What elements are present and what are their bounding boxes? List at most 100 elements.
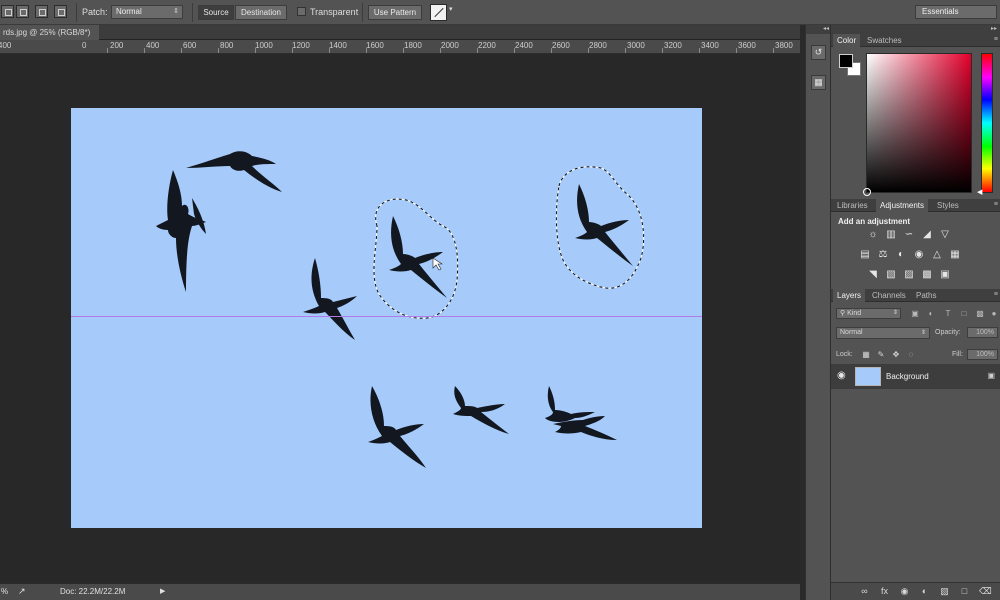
filter-toggle-icon[interactable]: ●	[989, 309, 999, 319]
color-lookup-icon[interactable]: ▦	[949, 249, 961, 261]
gradient-map-icon[interactable]: ▩	[921, 269, 933, 281]
layer-row[interactable]: ◉ Background ▣	[831, 365, 1000, 388]
tab-paths[interactable]: Paths	[912, 289, 940, 302]
tab-color[interactable]: Color	[833, 34, 861, 47]
panel-menu-icon[interactable]: ≡	[994, 291, 998, 298]
ruler-label: 3800	[775, 41, 793, 50]
arrow-cursor-icon	[432, 257, 443, 271]
add-mask-icon[interactable]: ◉	[899, 586, 910, 597]
ruler-label: 400	[0, 41, 12, 50]
layer-filter-kind-value: Kind	[847, 310, 862, 317]
lock-transparent-icon[interactable]: ▦	[861, 350, 871, 360]
exposure-icon[interactable]: ◢	[921, 229, 933, 241]
transparent-checkbox[interactable]	[297, 7, 306, 16]
posterize-icon[interactable]: ▧	[885, 269, 897, 281]
ruler-tick	[144, 48, 145, 53]
ruler-label: 1000	[255, 41, 273, 50]
filter-adjustment-icon[interactable]: ◐	[926, 309, 936, 319]
vibrance-icon[interactable]: ▽	[939, 229, 951, 241]
source-button[interactable]: Source	[198, 5, 234, 20]
tab-adjustments[interactable]: Adjustments	[876, 199, 929, 212]
workspace-select[interactable]: Essentials	[915, 5, 997, 19]
layer-filter-kind-select[interactable]: ⚲ Kind ⇕	[836, 308, 901, 319]
link-layers-icon[interactable]: ∞	[859, 586, 870, 597]
divider	[831, 388, 1000, 389]
collapse-panels-icon[interactable]: ▸▸	[831, 25, 1000, 34]
right-panel-column: ▸▸ Color Swatches ≡ ◀ Libraries Adjustme…	[830, 25, 1000, 600]
photo-canvas[interactable]	[71, 108, 702, 528]
tab-swatches[interactable]: Swatches	[863, 34, 906, 47]
pattern-picker-swatch[interactable]	[430, 4, 447, 21]
layer-thumbnail	[855, 367, 881, 386]
eye-icon[interactable]: ◉	[837, 370, 846, 381]
layer-style-fx-icon[interactable]: fx	[879, 586, 890, 597]
filter-smart-object-icon[interactable]: ▩	[975, 309, 985, 319]
new-group-icon[interactable]: ▧	[939, 586, 950, 597]
invert-icon[interactable]: ◥	[867, 269, 879, 281]
subtract-from-selection-icon[interactable]	[35, 5, 48, 18]
new-layer-icon[interactable]: □	[959, 586, 970, 597]
curves-icon[interactable]: ∽	[903, 229, 915, 241]
lock-all-icon[interactable]: ◌	[906, 350, 916, 360]
tab-libraries[interactable]: Libraries	[833, 199, 872, 212]
properties-panel-icon[interactable]: ▦	[811, 75, 826, 90]
foreground-color-swatch[interactable]	[839, 54, 853, 68]
tab-channels[interactable]: Channels	[868, 289, 910, 302]
brightness-contrast-icon[interactable]: ☼	[867, 229, 879, 241]
document-tab[interactable]: rds.jpg @ 25% (RGB/8*)	[0, 25, 100, 40]
ruler-label: 3600	[738, 41, 756, 50]
ruler-label: 600	[183, 41, 197, 50]
collapse-dock-icon[interactable]: ◂◂	[806, 25, 831, 34]
options-bar: Patch: Normal ⇕ Source Destination Trans…	[0, 0, 1000, 25]
color-balance-icon[interactable]: ⚖	[877, 249, 889, 261]
ruler-label: 2400	[515, 41, 533, 50]
tab-styles[interactable]: Styles	[933, 199, 963, 212]
threshold-icon[interactable]: ▨	[903, 269, 915, 281]
color-panel-tabs: Color Swatches ≡	[831, 34, 1000, 47]
fill-label: Fill:	[952, 351, 963, 358]
black-white-icon[interactable]: ◐	[895, 249, 907, 261]
ruler-tick	[662, 48, 663, 53]
filter-type-icon[interactable]: T	[943, 309, 953, 319]
separator	[362, 3, 363, 22]
hue-slider[interactable]: ◀	[977, 53, 993, 196]
tab-layers[interactable]: Layers	[833, 289, 866, 302]
levels-icon[interactable]: ▥	[885, 229, 897, 241]
layer-name[interactable]: Background	[886, 372, 929, 381]
pattern-picker-arrow-icon[interactable]: ▾	[449, 5, 453, 13]
status-menu-arrow-icon[interactable]: ▶	[160, 587, 165, 595]
share-icon[interactable]: ↗	[18, 586, 26, 597]
panel-menu-icon[interactable]: ≡	[994, 201, 998, 208]
color-field[interactable]	[863, 53, 972, 196]
horizontal-ruler[interactable]: 400 0 200 400 600 800 1000 1200 1400 160…	[0, 40, 800, 54]
lock-image-icon[interactable]: ✎	[876, 350, 886, 360]
intersect-selection-icon[interactable]	[54, 5, 67, 18]
use-pattern-button[interactable]: Use Pattern	[368, 5, 422, 20]
panel-menu-icon[interactable]: ≡	[994, 36, 998, 43]
patch-mode-select[interactable]: Normal ⇕	[111, 5, 183, 19]
blend-mode-select[interactable]: Normal ⇕	[836, 327, 930, 339]
canvas-area[interactable]	[0, 55, 800, 583]
hue-saturation-icon[interactable]: ▤	[859, 249, 871, 261]
destination-button[interactable]: Destination	[235, 5, 287, 20]
zoom-readout[interactable]: %	[1, 587, 8, 596]
channel-mixer-icon[interactable]: △	[931, 249, 943, 261]
filter-pixel-icon[interactable]: ▣	[910, 309, 920, 319]
add-to-selection-icon[interactable]	[16, 5, 29, 18]
horizontal-guide-line[interactable]	[71, 316, 702, 317]
fill-field[interactable]: 100%	[967, 349, 998, 360]
ruler-label: 3400	[701, 41, 719, 50]
trash-icon[interactable]: ⌫	[979, 586, 992, 597]
birds-artwork	[156, 151, 645, 468]
new-adjustment-layer-icon[interactable]: ◐	[919, 586, 930, 597]
photoshop-window: Patch: Normal ⇕ Source Destination Trans…	[0, 0, 1000, 600]
photo-filter-icon[interactable]: ◉	[913, 249, 925, 261]
opacity-field[interactable]: 100%	[967, 327, 998, 338]
new-selection-icon[interactable]	[1, 5, 14, 18]
selective-color-icon[interactable]: ▣	[939, 269, 951, 281]
filter-shape-icon[interactable]: □	[959, 309, 969, 319]
history-panel-icon[interactable]: ↺	[811, 45, 826, 60]
chevron-updown-icon: ⇕	[892, 310, 898, 316]
lock-position-icon[interactable]: ✥	[891, 350, 901, 360]
document-tab-bar: rds.jpg @ 25% (RGB/8*)	[0, 25, 800, 40]
